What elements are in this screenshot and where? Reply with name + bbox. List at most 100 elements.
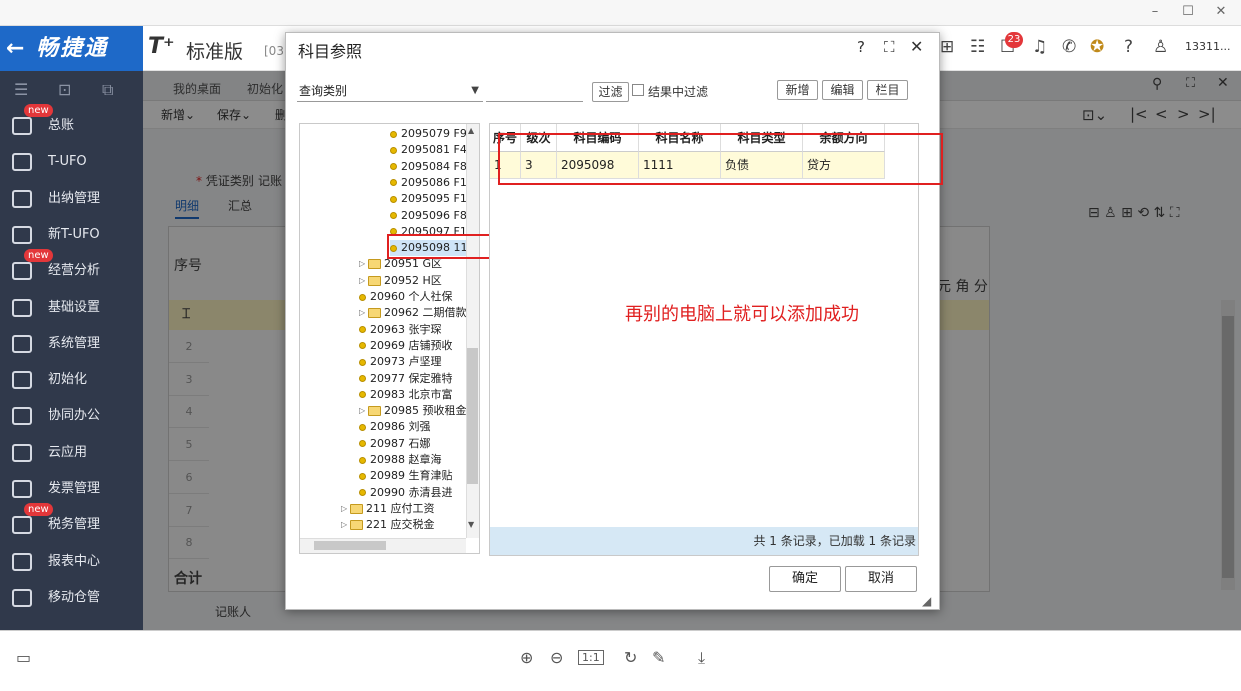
download-icon[interactable]: ⤓ [698,648,705,668]
tree-folder[interactable]: ▷ 20962 二期借款 [359,305,467,321]
zoom-out-icon[interactable]: ⊖ [550,648,563,667]
tree-leaf[interactable]: 20988 赵章海 [359,452,442,468]
tree-leaf[interactable]: 20977 保定雅特 [359,371,453,387]
panel-icon[interactable]: ▭ [16,648,31,667]
module-icon [12,516,32,535]
tree-folder[interactable]: ▷ 20985 预收租金 [359,403,467,419]
tree-leaf[interactable]: 2095084 F8 [390,159,467,175]
tree-node-label: 20952 H区 [384,273,442,287]
leaf-icon [359,326,366,334]
new-button[interactable]: 新增 [777,80,818,100]
tree-leaf[interactable]: 2095081 F4 [390,142,467,158]
expand-icon[interactable]: ▷ [341,517,350,533]
leaf-icon [359,391,366,399]
query-type-select[interactable]: 查询类别 ▼ [297,80,483,102]
tree-leaf[interactable]: 20989 生育津贴 [359,468,453,484]
filter-in-result-checkbox[interactable] [632,84,644,96]
ok-button[interactable]: 确定 [769,566,841,592]
calculator-icon[interactable]: ⊞ [940,37,954,57]
cancel-button[interactable]: 取消 [845,566,917,592]
tree-folder[interactable]: ▷ 221 应交税金 [341,517,435,533]
filter-button[interactable]: 过滤 [592,82,629,102]
module-icon [12,480,32,498]
sidebar-item-label: 税务管理 [48,517,101,533]
close-window-button[interactable]: ✕ [1206,4,1236,19]
brand-name: 畅捷通 [36,36,109,61]
sidebar-item[interactable]: 移动仓管 [0,580,143,616]
maximize-icon[interactable]: ⛶ [884,38,895,56]
sidebar-item[interactable]: 初始化 [0,362,143,398]
tree-vscroll-thumb[interactable] [467,348,478,484]
tree-leaf[interactable]: 20987 石娜 [359,436,431,452]
minimize-button[interactable]: – [1140,4,1170,19]
tree-leaf[interactable]: 20973 卢坚理 [359,354,442,370]
user-icon[interactable]: ♙ [1153,37,1168,57]
filter-input[interactable] [486,80,583,102]
resize-grip-icon[interactable]: ◢ [922,594,931,608]
sidebar-item[interactable]: 系统管理 [0,326,143,362]
tree-leaf[interactable]: 20963 张宇琛 [359,322,442,338]
module-icon [12,153,32,172]
edit-pen-icon[interactable]: ✎ [652,648,665,667]
phone-icon[interactable]: ✆ [1062,37,1076,57]
tree-leaf[interactable]: 2095079 F9 [390,126,467,142]
expand-icon[interactable]: ▷ [359,403,368,419]
sidebar-item[interactable]: new 税务管理 [0,503,143,543]
tree-folder[interactable]: ▷ 211 应付工资 [341,501,435,517]
back-arrow-icon[interactable]: ← [6,36,26,61]
window-titlebar [0,0,1241,26]
tree-folder[interactable]: ▷ 20952 H区 [359,273,442,289]
leaf-icon [359,489,366,497]
expand-icon[interactable]: ▷ [359,273,368,289]
help-icon[interactable]: ? [1124,37,1133,57]
tree-hscroll-thumb[interactable] [314,541,386,550]
tree-leaf[interactable]: 2095095 F1 [390,191,467,207]
edit-button[interactable]: 编辑 [822,80,863,100]
sidebar-item[interactable]: new 经营分析 [0,249,143,289]
tree-leaf[interactable]: 2095086 F1 [390,175,467,191]
sidebar-item[interactable]: 报表中心 [0,544,143,580]
sidebar-item[interactable]: 出纳管理 [0,181,143,217]
scroll-up-icon[interactable]: ▲ [468,126,474,135]
help-icon[interactable]: ? [857,38,865,56]
sidebar-item[interactable]: T-UFO [0,144,143,180]
column-button[interactable]: 栏目 [867,80,908,100]
module-icon [12,552,32,571]
module-icon [12,117,32,135]
expand-icon[interactable]: ▷ [359,305,368,321]
user-name[interactable]: 13311... [1185,40,1230,53]
actual-size-icon[interactable]: 1:1 [578,650,604,665]
sidebar-item[interactable]: 新T-UFO [0,217,143,253]
expand-icon[interactable]: ▷ [341,501,350,517]
tree-leaf[interactable]: 20986 刘强 [359,419,431,435]
menu-icon[interactable]: ☰ [14,80,28,99]
sidebar-item[interactable]: 基础设置 [0,290,143,326]
sidebar-item[interactable]: 云应用 [0,435,143,471]
sidebar-item[interactable]: new 总账 [0,104,143,144]
sidebar-item[interactable]: 发票管理 [0,471,143,507]
scroll-down-icon[interactable]: ▼ [468,520,474,529]
rotate-icon[interactable]: ↻ [624,648,637,667]
export-icon[interactable]: ⧉ [102,80,113,100]
mascot-icon[interactable]: ✪ [1090,37,1104,57]
maximize-button[interactable]: ☐ [1173,4,1203,19]
bell-icon[interactable]: ♫ [1032,37,1047,57]
sidebar-item-label: T-UFO [48,154,87,170]
expand-icon[interactable]: ▷ [359,256,368,272]
sidebar-item[interactable]: 协同办公 [0,398,143,434]
close-icon[interactable]: ✕ [910,37,923,56]
tree-node-label: 20987 石娜 [370,436,431,450]
leaf-icon [359,456,366,464]
tree-leaf[interactable]: 2095096 F8 [390,208,467,224]
tree-leaf[interactable]: 20983 北京市富 [359,387,453,403]
zoom-in-icon[interactable]: ⊕ [520,648,533,667]
checklist-icon[interactable]: ☷ [970,37,985,57]
tree-leaf[interactable]: 20960 个人社保 [359,289,453,305]
tree-leaf[interactable]: 20969 店铺预收 [359,338,453,354]
dialog-title: 科目参照 [298,42,363,61]
brand-logo[interactable]: ← 畅捷通 [0,26,143,71]
leaf-icon [359,375,366,382]
tree-leaf[interactable]: 20990 赤清县进 [359,485,453,501]
tree-node-label: 20983 北京市富 [370,387,453,401]
search-doc-icon[interactable]: ⊡ [58,80,71,99]
